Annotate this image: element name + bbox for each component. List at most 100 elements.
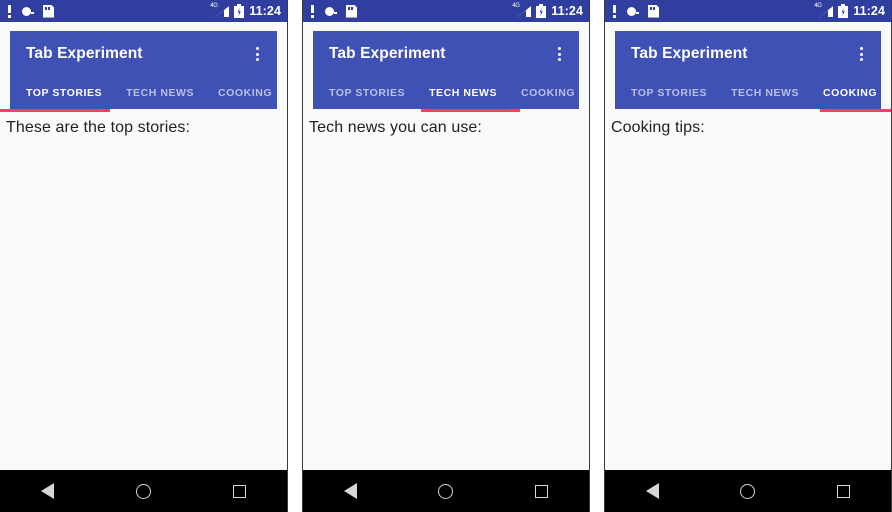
- app-bar-container: Tab Experiment TOP STORIES TECH NEWS COO…: [303, 22, 589, 112]
- tab-top-stories[interactable]: TOP STORIES: [14, 77, 114, 109]
- tab-bar: TOP STORIES TECH NEWS COOKING: [615, 77, 881, 109]
- tab-tech-news[interactable]: TECH NEWS: [114, 77, 206, 109]
- tab-top-stories[interactable]: TOP STORIES: [317, 77, 417, 109]
- battery-charging-icon: [536, 4, 547, 18]
- network-type-label: 4G: [210, 3, 218, 9]
- status-bar: 4G 11:24: [605, 0, 891, 22]
- tab-cooking[interactable]: COOKING: [811, 77, 889, 109]
- app-bar: Tab Experiment TOP STORIES TECH NEWS COO…: [313, 31, 579, 112]
- screenshot-strip: 4G 11:24 Tab Experiment TOP STORIES TECH…: [0, 0, 892, 512]
- tab-label: TOP STORIES: [26, 87, 103, 99]
- back-triangle-icon: [41, 483, 55, 499]
- tab-label: TECH NEWS: [429, 87, 498, 99]
- phone-screen-2: 4G 11:24 Tab Experiment TOP STORIES TECH…: [302, 0, 590, 512]
- tab-content-panel: Cooking tips:: [605, 109, 891, 470]
- network-type-label: 4G: [512, 3, 520, 9]
- app-bar: Tab Experiment TOP STORIES TECH NEWS COO…: [0, 31, 277, 112]
- home-button[interactable]: [119, 470, 167, 512]
- tab-bar: TOP STORIES TECH NEWS COOKING: [313, 77, 579, 109]
- app-bar-title-row: Tab Experiment: [10, 31, 277, 77]
- active-tab-indicator: [421, 109, 520, 112]
- alert-icon: [613, 4, 617, 18]
- navigation-bar: [605, 470, 891, 512]
- recents-button[interactable]: [517, 470, 565, 512]
- tab-label: TOP STORIES: [631, 87, 708, 99]
- bug-report-icon: [626, 5, 639, 17]
- app-bar-container: Tab Experiment TOP STORIES TECH NEWS COO…: [605, 22, 891, 112]
- status-bar: 4G 11:24: [0, 0, 287, 22]
- tab-label: TECH NEWS: [731, 87, 800, 99]
- overflow-menu-icon[interactable]: [847, 38, 875, 70]
- home-button[interactable]: [724, 470, 772, 512]
- status-bar-clock: 11:24: [551, 4, 583, 18]
- page-title: Tab Experiment: [329, 45, 446, 62]
- sd-card-icon: [648, 5, 659, 18]
- tab-label: COOKING: [823, 87, 878, 99]
- overflow-menu-icon[interactable]: [545, 38, 573, 70]
- alert-icon: [311, 4, 315, 18]
- navigation-bar: [303, 470, 589, 512]
- overflow-menu-icon[interactable]: [243, 38, 271, 70]
- phone-screen-1: 4G 11:24 Tab Experiment TOP STORIES TECH…: [0, 0, 288, 512]
- status-bar-left-icons: [8, 4, 54, 18]
- recents-square-icon: [534, 484, 548, 498]
- battery-charging-icon: [838, 4, 849, 18]
- home-circle-icon: [135, 483, 151, 499]
- tab-label: TECH NEWS: [126, 87, 195, 99]
- tab-label: COOKING: [218, 87, 273, 99]
- app-bar-title-row: Tab Experiment: [313, 31, 579, 77]
- content-text: These are the top stories:: [6, 119, 191, 136]
- tab-tech-news[interactable]: TECH NEWS: [417, 77, 509, 109]
- phone-screen-3: 4G 11:24 Tab Experiment TOP STORIES TECH…: [604, 0, 892, 512]
- home-circle-icon: [438, 483, 454, 499]
- status-bar-left-icons: [613, 4, 659, 18]
- navigation-bar: [0, 470, 287, 512]
- tab-cooking[interactable]: COOKING: [206, 77, 284, 109]
- back-triangle-icon: [646, 483, 660, 499]
- network-type-label: 4G: [814, 3, 822, 9]
- tab-content-panel: Tech news you can use:: [303, 109, 589, 470]
- battery-charging-icon: [234, 4, 245, 18]
- app-bar-title-row: Tab Experiment: [615, 31, 881, 77]
- home-button[interactable]: [422, 470, 470, 512]
- tab-label: COOKING: [521, 87, 576, 99]
- tab-content-panel: These are the top stories:: [0, 109, 287, 470]
- signal-icon: 4G: [210, 3, 230, 18]
- recents-button[interactable]: [819, 470, 867, 512]
- content-text: Tech news you can use:: [309, 119, 482, 136]
- tab-top-stories[interactable]: TOP STORIES: [619, 77, 719, 109]
- active-tab-indicator: [820, 109, 891, 112]
- page-title: Tab Experiment: [631, 45, 748, 62]
- bug-report-icon: [21, 5, 34, 17]
- back-button[interactable]: [629, 470, 677, 512]
- signal-icon: 4G: [814, 3, 834, 18]
- tab-bar: TOP STORIES TECH NEWS COOKING: [10, 77, 277, 109]
- app-bar: Tab Experiment TOP STORIES TECH NEWS COO…: [615, 31, 891, 112]
- tab-tech-news[interactable]: TECH NEWS: [719, 77, 811, 109]
- home-circle-icon: [740, 483, 756, 499]
- tab-label: TOP STORIES: [329, 87, 406, 99]
- status-bar-right-icons: 4G 11:24: [210, 3, 281, 18]
- status-bar-right-icons: 4G 11:24: [512, 3, 583, 18]
- status-bar-clock: 11:24: [853, 4, 885, 18]
- status-bar-clock: 11:24: [249, 4, 281, 18]
- signal-icon: 4G: [512, 3, 532, 18]
- sd-card-icon: [346, 5, 357, 18]
- recents-square-icon: [836, 484, 850, 498]
- tab-cooking[interactable]: COOKING: [509, 77, 587, 109]
- app-bar-container: Tab Experiment TOP STORIES TECH NEWS COO…: [0, 22, 287, 112]
- active-tab-indicator: [0, 109, 110, 112]
- status-bar-left-icons: [311, 4, 357, 18]
- status-bar-right-icons: 4G 11:24: [814, 3, 885, 18]
- sd-card-icon: [43, 5, 54, 18]
- back-button[interactable]: [327, 470, 375, 512]
- recents-button[interactable]: [215, 470, 263, 512]
- content-text: Cooking tips:: [611, 119, 705, 136]
- back-triangle-icon: [344, 483, 358, 499]
- status-bar: 4G 11:24: [303, 0, 589, 22]
- page-title: Tab Experiment: [26, 45, 143, 62]
- back-button[interactable]: [24, 470, 72, 512]
- recents-square-icon: [232, 484, 246, 498]
- alert-icon: [8, 4, 12, 18]
- bug-report-icon: [324, 5, 337, 17]
